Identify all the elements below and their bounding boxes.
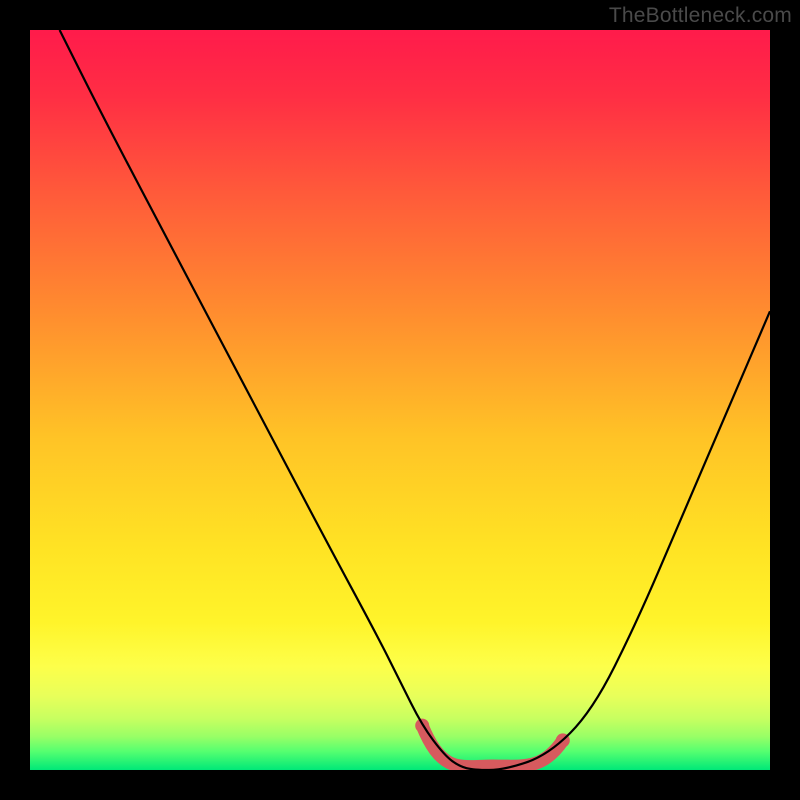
gradient-background (30, 30, 770, 770)
bottleneck-chart (30, 30, 770, 770)
chart-frame: TheBottleneck.com (0, 0, 800, 800)
watermark-text: TheBottleneck.com (609, 4, 792, 28)
